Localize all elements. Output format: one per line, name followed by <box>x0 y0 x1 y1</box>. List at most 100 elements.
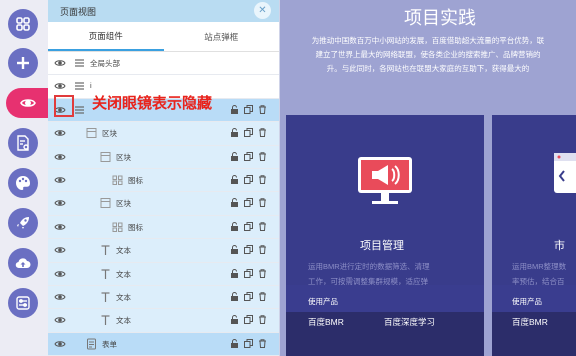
tree-row-label: 全局头部 <box>90 59 120 68</box>
visibility-eye-icon[interactable] <box>54 338 66 350</box>
trash-icon[interactable] <box>258 105 267 116</box>
tree-row-label: 图标 <box>128 175 143 185</box>
row-actions <box>230 245 267 256</box>
visibility-eye-icon[interactable] <box>54 80 66 92</box>
tree-row[interactable]: 文本 <box>48 262 279 286</box>
tree-row[interactable]: 文本 <box>48 285 279 310</box>
form-icon <box>86 338 97 350</box>
block-icon <box>100 197 111 209</box>
lock-icon[interactable] <box>230 104 239 116</box>
visibility-eye-icon[interactable] <box>54 151 66 163</box>
settings-doc-icon <box>17 135 29 151</box>
copy-icon[interactable] <box>244 128 253 139</box>
add-button[interactable] <box>8 48 38 78</box>
product-link[interactable]: 百度BMR <box>308 316 344 328</box>
list-icon <box>74 104 85 116</box>
project-card[interactable]: 项目管理 运用BMR进行定时的数据筛选、清理 工作，可按需调整集群规模，适应弹 … <box>286 115 484 356</box>
page-settings-button[interactable] <box>8 128 38 158</box>
copy-icon[interactable] <box>244 291 253 303</box>
tree-row[interactable]: 区块 <box>48 122 279 146</box>
lock-icon[interactable] <box>230 174 239 186</box>
lock-icon[interactable] <box>230 315 239 326</box>
card-desc-line: 运用BMR进行定时的数据筛选、清理 <box>308 262 430 271</box>
close-button[interactable]: ✕ <box>254 2 271 19</box>
copy-icon[interactable] <box>244 315 253 326</box>
tree-row[interactable]: 表单 <box>48 332 279 356</box>
trash-icon[interactable] <box>258 128 267 139</box>
tab-site-popups[interactable]: 站点弹框 <box>164 22 280 51</box>
trash-icon[interactable] <box>258 222 267 233</box>
text-icon <box>100 291 111 303</box>
lock-icon[interactable] <box>230 291 239 303</box>
tree-row[interactable]: 文本 <box>48 239 279 263</box>
row-actions <box>230 128 267 139</box>
tree-row[interactable]: 全局头部 <box>48 52 279 76</box>
lock-icon[interactable] <box>230 151 239 163</box>
row-actions <box>230 315 267 326</box>
plus-icon <box>17 57 29 69</box>
copy-icon[interactable] <box>244 104 253 116</box>
copy-icon[interactable] <box>244 221 253 233</box>
eye-icon <box>20 99 36 107</box>
page-view-panel: 页面视图 ✕ 页面组件 站点弹框 全局头部 i 区块 区块 图标 区块 图标 文本 文本 文本 文本… <box>48 0 280 356</box>
project-card[interactable]: 市 运用BMR整理数 率预估，结合百 使用产品 百度BMR <box>492 115 576 356</box>
sliders-icon <box>16 296 30 310</box>
copy-icon[interactable] <box>244 151 253 163</box>
lock-icon[interactable] <box>230 221 239 233</box>
publish-button[interactable] <box>8 208 38 238</box>
tree-row[interactable]: 区块 <box>48 145 279 169</box>
visibility-eye-icon[interactable] <box>54 268 66 280</box>
visibility-eye-icon[interactable] <box>54 57 66 69</box>
lock-icon[interactable] <box>230 268 239 280</box>
grid-button[interactable] <box>8 9 38 39</box>
tree-row-label: 区块 <box>102 129 117 139</box>
page-view-button[interactable] <box>6 88 50 118</box>
card-description: 运用BMR进行定时的数据筛选、清理 工作，可按需调整集群规模，适应弹 <box>308 259 430 289</box>
trash-icon[interactable] <box>258 175 267 186</box>
card-desc-line: 运用BMR整理数 <box>512 262 567 271</box>
row-actions <box>230 221 267 233</box>
visibility-eye-icon[interactable] <box>54 291 66 303</box>
upload-button[interactable] <box>8 248 38 278</box>
tree-row[interactable]: 图标 <box>48 215 279 240</box>
tab-page-components[interactable]: 页面组件 <box>48 22 164 51</box>
copy-icon[interactable] <box>244 174 253 186</box>
product-link[interactable]: 百度BMR <box>512 316 548 328</box>
rocket-icon <box>17 217 29 229</box>
trash-icon[interactable] <box>258 245 267 256</box>
lock-icon[interactable] <box>230 198 239 209</box>
copy-icon[interactable] <box>244 245 253 256</box>
grid-icon <box>112 174 123 186</box>
controls-button[interactable] <box>8 288 38 318</box>
visibility-eye-icon[interactable] <box>54 174 66 186</box>
tree-row[interactable]: 图标 <box>48 168 279 193</box>
visibility-eye-icon[interactable] <box>54 221 66 233</box>
trash-icon[interactable] <box>258 198 267 209</box>
section-title: 项目实践 <box>404 8 476 28</box>
copy-icon[interactable] <box>244 268 253 280</box>
tree-row-label: 区块 <box>116 152 131 162</box>
trash-icon[interactable] <box>258 268 267 280</box>
tree-row[interactable]: 文本 <box>48 309 279 333</box>
palette-icon <box>16 176 30 190</box>
lock-icon[interactable] <box>230 128 239 139</box>
browser-window-icon <box>554 153 576 193</box>
visibility-eye-icon[interactable] <box>54 197 66 209</box>
section-description: 为推动中国数百万中小网站的发展，百度借助超大流量的平台优势，联 建立了世界上最大… <box>280 34 576 76</box>
visibility-eye-icon[interactable] <box>54 127 66 139</box>
lock-icon[interactable] <box>230 245 239 256</box>
tree-row[interactable]: 区块 <box>48 192 279 216</box>
theme-button[interactable] <box>8 168 38 198</box>
copy-icon[interactable] <box>244 198 253 209</box>
trash-icon[interactable] <box>258 338 267 350</box>
panel-tabs: 页面组件 站点弹框 <box>48 22 279 52</box>
megaphone-monitor-icon <box>358 157 412 204</box>
lock-icon[interactable] <box>230 338 239 350</box>
visibility-eye-icon[interactable] <box>54 244 66 256</box>
trash-icon[interactable] <box>258 151 267 163</box>
product-link[interactable]: 百度深度学习 <box>384 316 435 328</box>
visibility-eye-icon[interactable] <box>54 314 66 326</box>
trash-icon[interactable] <box>258 315 267 326</box>
trash-icon[interactable] <box>258 292 267 303</box>
copy-icon[interactable] <box>244 338 253 350</box>
